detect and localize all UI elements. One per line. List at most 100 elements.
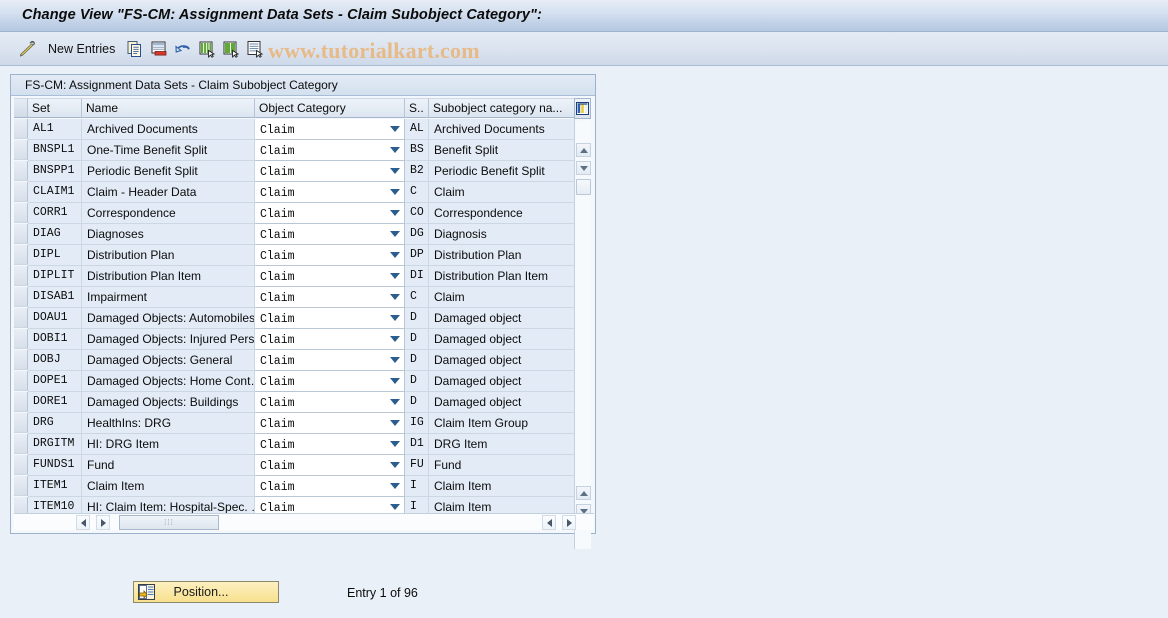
row-selector[interactable]: [14, 287, 28, 307]
new-entries-button[interactable]: New Entries: [48, 32, 115, 66]
cell-object-category[interactable]: Claim: [255, 287, 405, 308]
row-selector[interactable]: [14, 224, 28, 244]
table-row[interactable]: AL1 Archived Documents Claim AL Archived Doc…: [14, 119, 594, 140]
row-selector[interactable]: [14, 371, 28, 391]
row-selector[interactable]: [14, 266, 28, 286]
column-header-name[interactable]: Name: [82, 98, 255, 118]
column-header-subobject-key[interactable]: S..: [405, 98, 429, 118]
scroll-right-button[interactable]: [96, 515, 110, 530]
row-selector[interactable]: [14, 476, 28, 496]
row-selector[interactable]: [14, 392, 28, 412]
row-selector[interactable]: [14, 350, 28, 370]
cell-object-category[interactable]: Claim: [255, 266, 405, 287]
row-selector[interactable]: [14, 140, 28, 160]
chevron-down-icon[interactable]: [390, 231, 400, 237]
row-selector[interactable]: [14, 329, 28, 349]
chevron-down-icon[interactable]: [390, 462, 400, 468]
cell-object-category[interactable]: Claim: [255, 182, 405, 203]
chevron-down-icon[interactable]: [390, 189, 400, 195]
table-row[interactable]: BNSPP1 Periodic Benefit Split Claim B2 Perio…: [14, 161, 594, 182]
table-row[interactable]: DORE1 Damaged Objects: Buildings Claim D Dam…: [14, 392, 594, 413]
undo-icon[interactable]: [174, 40, 192, 58]
row-selector[interactable]: [14, 161, 28, 181]
cell-object-category[interactable]: Claim: [255, 119, 405, 140]
column-header-set[interactable]: Set: [28, 98, 82, 118]
chevron-down-icon[interactable]: [390, 126, 400, 132]
chevron-down-icon[interactable]: [390, 483, 400, 489]
row-selector[interactable]: [14, 413, 28, 433]
chevron-down-icon[interactable]: [390, 357, 400, 363]
chevron-down-icon[interactable]: [390, 210, 400, 216]
table-row[interactable]: FUNDS1 Fund Claim FU Fund: [14, 455, 594, 476]
chevron-down-icon[interactable]: [390, 294, 400, 300]
chevron-down-icon[interactable]: [390, 252, 400, 258]
cell-object-category[interactable]: Claim: [255, 434, 405, 455]
cell-object-category[interactable]: Claim: [255, 392, 405, 413]
horizontal-scrollbar[interactable]: ⁞⁞⁞: [14, 513, 594, 530]
cell-object-category[interactable]: Claim: [255, 161, 405, 182]
table-row[interactable]: DIAG Diagnoses Claim DG Diagnosis: [14, 224, 594, 245]
delete-icon[interactable]: [150, 40, 168, 58]
cell-object-category[interactable]: Claim: [255, 203, 405, 224]
chevron-down-icon[interactable]: [390, 378, 400, 384]
table-row[interactable]: DISAB1 Impairment Claim C Claim: [14, 287, 594, 308]
table-row[interactable]: DOAU1 Damaged Objects: Automobiles Claim D D…: [14, 308, 594, 329]
table-row[interactable]: CLAIM1 Claim - Header Data Claim C Claim: [14, 182, 594, 203]
cell-object-category[interactable]: Claim: [255, 140, 405, 161]
chevron-down-icon[interactable]: [390, 336, 400, 342]
row-selector[interactable]: [14, 434, 28, 454]
chevron-down-icon[interactable]: [390, 273, 400, 279]
cell-object-category[interactable]: Claim: [255, 455, 405, 476]
cell-object-category[interactable]: Claim: [255, 350, 405, 371]
vertical-scrollbar[interactable]: [574, 121, 591, 549]
row-selector[interactable]: [14, 308, 28, 328]
horizontal-scroll-thumb[interactable]: ⁞⁞⁞: [119, 515, 219, 530]
chevron-down-icon[interactable]: [390, 147, 400, 153]
table-row[interactable]: DRGITM HI: DRG Item Claim D1 DRG Item: [14, 434, 594, 455]
chevron-down-icon[interactable]: [390, 168, 400, 174]
column-settings-button[interactable]: [574, 98, 591, 119]
scroll-up-button[interactable]: [576, 143, 591, 157]
row-selector[interactable]: [14, 182, 28, 202]
select-all-icon[interactable]: [198, 40, 216, 59]
variant-icon[interactable]: [246, 40, 264, 59]
table-row[interactable]: ITEM1 Claim Item Claim I Claim Item: [14, 476, 594, 497]
row-selector[interactable]: [14, 203, 28, 223]
column-header-subobject-category-name[interactable]: Subobject category na...: [429, 98, 575, 118]
table-row[interactable]: DIPL Distribution Plan Claim DP Distribution…: [14, 245, 594, 266]
column-header-object-category[interactable]: Object Category: [255, 98, 405, 118]
table-row[interactable]: DIPLIT Distribution Plan Item Claim DI Distr…: [14, 266, 594, 287]
row-selector[interactable]: [14, 245, 28, 265]
table-row[interactable]: DOPE1 Damaged Objects: Home Cont… Claim D Da…: [14, 371, 594, 392]
row-selector[interactable]: [14, 119, 28, 139]
table-row[interactable]: BNSPL1 One-Time Benefit Split Claim BS Benef…: [14, 140, 594, 161]
cell-object-category[interactable]: Claim: [255, 371, 405, 392]
chevron-down-icon[interactable]: [390, 504, 400, 510]
copy-as-icon[interactable]: [126, 40, 144, 58]
scroll-down-button[interactable]: [576, 161, 591, 175]
row-selector[interactable]: [14, 455, 28, 475]
cell-object-category[interactable]: Claim: [255, 413, 405, 434]
cell-object-category[interactable]: Claim: [255, 476, 405, 497]
scroll-far-right-button[interactable]: [562, 515, 576, 530]
position-button[interactable]: Position...: [133, 581, 279, 603]
table-row[interactable]: CORR1 Correspondence Claim CO Correspondence: [14, 203, 594, 224]
display-change-icon[interactable]: [18, 40, 36, 58]
table-row[interactable]: DRG HealthIns: DRG Claim IG Claim Item Group: [14, 413, 594, 434]
select-all-column-header[interactable]: [14, 98, 28, 118]
chevron-down-icon[interactable]: [390, 420, 400, 426]
deselect-all-icon[interactable]: [222, 40, 240, 59]
chevron-down-icon[interactable]: [390, 441, 400, 447]
scroll-left-button[interactable]: [76, 515, 90, 530]
chevron-down-icon[interactable]: [390, 315, 400, 321]
cell-object-category[interactable]: Claim: [255, 329, 405, 350]
scroll-page-up-button[interactable]: [576, 486, 591, 500]
cell-object-category[interactable]: Claim: [255, 245, 405, 266]
table-row[interactable]: DOBI1 Damaged Objects: Injured Pers… Claim…: [14, 329, 594, 350]
cell-object-category[interactable]: Claim: [255, 224, 405, 245]
chevron-down-icon[interactable]: [390, 399, 400, 405]
table-row[interactable]: DOBJ Damaged Objects: General Claim D Damage…: [14, 350, 594, 371]
vertical-scroll-thumb[interactable]: [576, 179, 591, 195]
cell-object-category[interactable]: Claim: [255, 308, 405, 329]
scroll-far-left-button[interactable]: [542, 515, 556, 530]
